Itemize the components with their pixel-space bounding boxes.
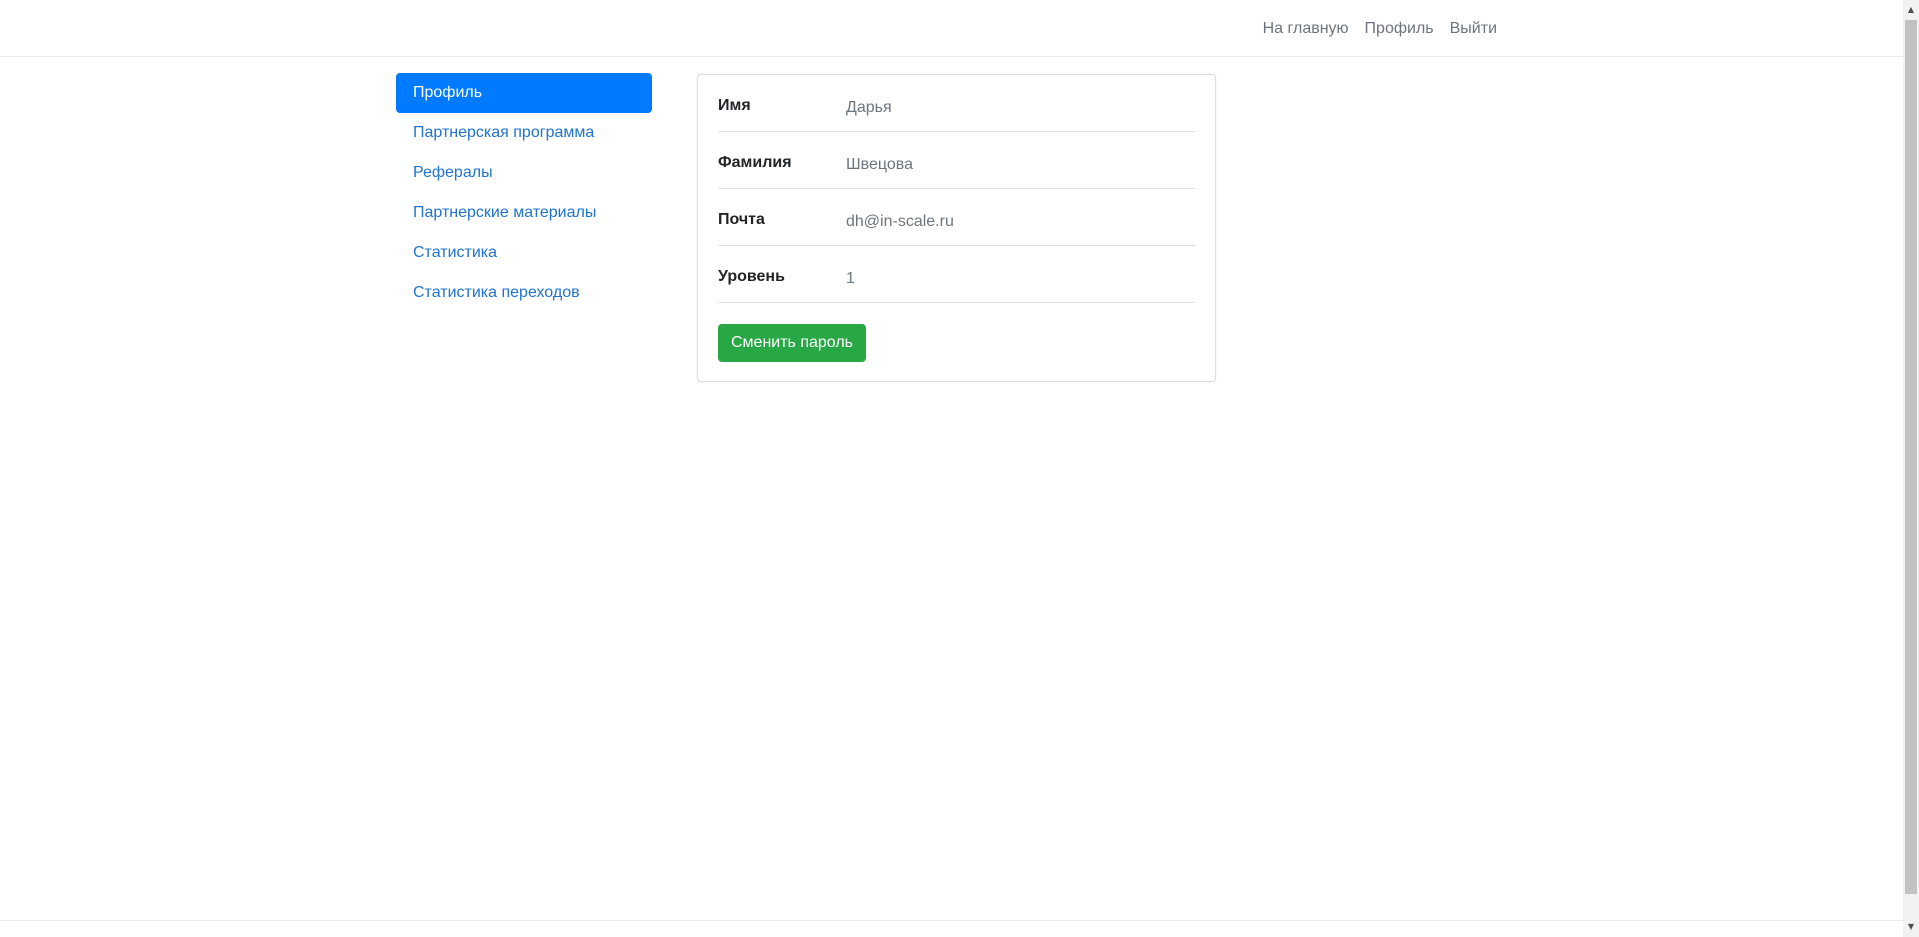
sidebar-item-click-statistics[interactable]: Статистика переходов xyxy=(396,273,652,313)
profile-card: Имя Дарья Фамилия Швецова Почта dh@in-sc… xyxy=(697,74,1216,382)
field-label: Имя xyxy=(718,97,751,114)
profile-row-email: Почта dh@in-scale.ru xyxy=(718,189,1195,246)
field-value: Швецова xyxy=(846,156,913,173)
nav-link-home[interactable]: На главную xyxy=(1263,20,1349,38)
footer-divider xyxy=(0,920,1903,921)
field-value: dh@in-scale.ru xyxy=(846,213,954,230)
nav-link-profile[interactable]: Профиль xyxy=(1365,20,1434,38)
profile-fields: Имя Дарья Фамилия Швецова Почта dh@in-sc… xyxy=(718,75,1195,303)
page: На главную Профиль Выйти Профиль Партнер… xyxy=(0,0,1919,937)
scroll-up-arrow-icon[interactable]: ▲ xyxy=(1903,2,1919,18)
profile-row-last-name: Фамилия Швецова xyxy=(718,132,1195,189)
vertical-scrollbar[interactable]: ▲ ▼ xyxy=(1903,0,1919,937)
change-password-button[interactable]: Сменить пароль xyxy=(718,324,867,362)
field-value: 1 xyxy=(846,270,855,287)
sidebar-item-referrals[interactable]: Рефералы xyxy=(396,153,652,193)
field-label: Фамилия xyxy=(718,154,792,171)
sidebar-item-profile[interactable]: Профиль xyxy=(396,73,652,113)
sidebar-item-statistics[interactable]: Статистика xyxy=(396,233,652,273)
navbar-links: На главную Профиль Выйти xyxy=(1263,0,1497,57)
profile-row-first-name: Имя Дарья xyxy=(718,75,1195,132)
field-value: Дарья xyxy=(846,99,892,116)
nav-link-logout[interactable]: Выйти xyxy=(1450,20,1497,38)
field-label: Почта xyxy=(718,211,765,228)
sidebar-nav: Профиль Партнерская программа Рефералы П… xyxy=(396,73,652,313)
scrollbar-thumb[interactable] xyxy=(1905,20,1917,894)
top-navbar: На главную Профиль Выйти xyxy=(0,0,1903,57)
scroll-down-arrow-icon[interactable]: ▼ xyxy=(1903,919,1919,935)
sidebar-item-partner-materials[interactable]: Партнерские материалы xyxy=(396,193,652,233)
profile-row-level: Уровень 1 xyxy=(718,246,1195,303)
field-label: Уровень xyxy=(718,268,785,285)
sidebar-item-partner-program[interactable]: Партнерская программа xyxy=(396,113,652,153)
